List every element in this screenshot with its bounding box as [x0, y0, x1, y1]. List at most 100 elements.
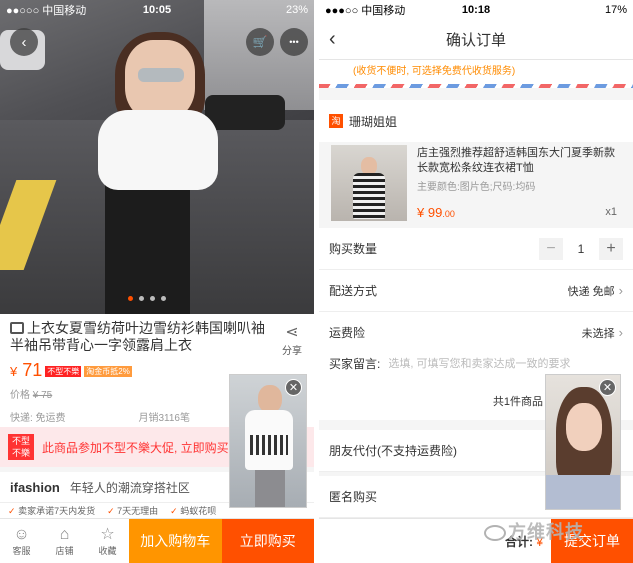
- promise-item: ✓ 7天无理由: [107, 504, 158, 517]
- item-sku: 主要颜色:图片色;尺码:均码: [417, 182, 536, 193]
- item-count: 共1件商品: [492, 396, 543, 408]
- insurance-value: 未选择: [581, 327, 615, 340]
- delivery-label: 配送方式: [329, 284, 378, 298]
- shipping-info: 快递: 免运费 月销3116笔: [10, 409, 190, 424]
- confirm-order-screen: ●●●○○ 中国移动 10:18 17% ‹ 确认订单 (收货不便时, 可选择免…: [319, 0, 633, 563]
- product-action-bar: ☺ 客服 ⌂ 店铺 ☆ 收藏 加入购物车 立即购买: [0, 518, 314, 563]
- promise-text: 卖家承诺7天内发货: [18, 506, 96, 516]
- video-float-window[interactable]: ✕: [545, 374, 621, 510]
- favorite-label: 收藏: [98, 545, 117, 556]
- service-button[interactable]: ☺ 客服: [0, 519, 43, 563]
- close-icon: ✕: [288, 382, 299, 394]
- promise-item: ✓ 蚂蚁花呗: [170, 504, 216, 517]
- price-currency: ¥: [10, 364, 18, 379]
- item-price-value: 99: [427, 205, 443, 220]
- background-car: [205, 95, 285, 130]
- original-price-label: 价格: [10, 390, 30, 401]
- original-price: 价格 ¥ 75: [10, 386, 52, 401]
- monthly-sales: 月销3116笔: [138, 413, 190, 424]
- status-time: 10:18: [461, 4, 491, 16]
- order-submit-bar: 合计: ¥ 提交订单: [319, 518, 633, 563]
- quantity-label: 购买数量: [329, 242, 378, 256]
- promise-text: 7天无理由: [117, 506, 159, 516]
- model-pants: [105, 185, 190, 314]
- video-model-jeans: [255, 470, 285, 507]
- check-icon: ✓: [107, 506, 115, 516]
- quantity-row: 购买数量 − 1 +: [319, 228, 633, 270]
- address-note[interactable]: (收货不便时, 可选择免费代收货服务): [319, 60, 633, 84]
- shop-label: 店铺: [55, 545, 74, 556]
- share-button[interactable]: ⋖ 分享: [282, 322, 302, 357]
- delivery-value: 快递 免邮: [567, 285, 615, 298]
- video-blouse-pattern: [250, 435, 288, 455]
- item-quantity: x1: [605, 206, 617, 218]
- promo-tag: 不型不樂: [45, 365, 82, 377]
- share-icon: ⋖: [285, 324, 299, 341]
- item-price-cents: .00: [442, 209, 455, 219]
- nav-bar: ‹ 确认订单: [319, 20, 633, 60]
- service-icon: ☺: [13, 525, 30, 543]
- close-video-button[interactable]: ✕: [599, 379, 616, 396]
- promise-item: ✓ 卖家承诺7天内发货: [8, 504, 95, 517]
- cart-button[interactable]: 🛒: [246, 28, 274, 56]
- status-bar: ●●●○○ 中国移动 10:18 17%: [319, 0, 633, 20]
- page-title: 确认订单: [445, 32, 506, 49]
- product-price: ¥ 71 不型不樂 淘金币抵2%: [10, 360, 132, 381]
- carousel-dot: [139, 296, 144, 301]
- promise-text: 蚂蚁花呗: [180, 506, 217, 516]
- decrement-button[interactable]: −: [539, 237, 563, 260]
- ifashion-logo: ifashion: [10, 479, 60, 495]
- quantity-stepper[interactable]: − 1 +: [539, 237, 623, 260]
- coin-tag: 淘金币抵2%: [84, 365, 132, 377]
- cart-icon: 🛒: [252, 35, 268, 49]
- product-detail-screen: ●●○○○ 中国移动 10:05 23% ‹ 🛒 ••• 上衣女夏雪纺荷叶边雪纺…: [0, 0, 314, 563]
- video-model-face: [258, 385, 282, 413]
- status-time: 10:05: [142, 4, 172, 16]
- model-blouse: [98, 110, 218, 190]
- check-icon: ✓: [170, 506, 178, 516]
- delivery-row[interactable]: 配送方式 快递 免邮 ›: [319, 270, 633, 312]
- check-icon: ✓: [8, 506, 16, 516]
- item-price-currency: ¥: [417, 205, 425, 220]
- item-name: 店主强烈推荐超舒适韩国东大门夏季新款长款宽松条纹连衣裙T恤: [417, 147, 615, 174]
- item-price: ¥ 99.00: [417, 205, 455, 220]
- back-button[interactable]: ‹: [329, 28, 336, 51]
- shipping-text: 快递: 免运费: [10, 413, 66, 424]
- price-value: 71: [22, 360, 43, 380]
- increment-button[interactable]: +: [599, 237, 623, 260]
- promo-badge: 不型不樂: [8, 434, 34, 460]
- order-item[interactable]: 店主强烈推荐超舒适韩国东大门夏季新款长款宽松条纹连衣裙T恤 主要颜色:图片色;尺…: [329, 142, 623, 224]
- message-input[interactable]: 选填, 可填写您和卖家达成一致的要求: [388, 355, 623, 371]
- carousel-dot: [150, 296, 155, 301]
- add-to-cart-button[interactable]: 加入购物车: [129, 519, 222, 563]
- star-icon: ☆: [100, 525, 115, 543]
- model-sunglasses: [138, 68, 184, 82]
- product-title: 上衣女夏雪纺荷叶边雪纺衫韩国喇叭袖半袖吊带背心一字领露肩上衣: [10, 320, 268, 354]
- more-button[interactable]: •••: [280, 28, 308, 56]
- message-label: 买家留言:: [329, 356, 381, 371]
- video-model-face: [566, 403, 602, 451]
- shop-icon: ⌂: [59, 525, 70, 543]
- address-divider: [319, 84, 633, 88]
- favorite-button[interactable]: ☆ 收藏: [86, 519, 129, 563]
- insurance-label: 运费险: [329, 326, 366, 340]
- more-icon: •••: [289, 37, 299, 47]
- video-float-window[interactable]: ✕: [229, 374, 307, 508]
- quantity-value: 1: [577, 241, 585, 256]
- close-video-button[interactable]: ✕: [285, 379, 302, 396]
- wechat-logo-icon: [484, 525, 506, 541]
- close-icon: ✕: [602, 382, 613, 394]
- status-bar: ●●○○○ 中国移动 10:05 23%: [0, 0, 314, 20]
- carousel-dot: [128, 296, 133, 301]
- original-price-value: ¥ 75: [32, 390, 53, 401]
- shop-button[interactable]: ⌂ 店铺: [43, 519, 86, 563]
- item-detail: 店主强烈推荐超舒适韩国东大门夏季新款长款宽松条纹连衣裙T恤 主要颜色:图片色;尺…: [407, 142, 623, 224]
- ifashion-slogan: 年轻人的潮流穿搭社区: [69, 480, 190, 495]
- shop-header[interactable]: 淘 珊瑚姐姐: [319, 100, 633, 142]
- video-model-shirt: [546, 475, 620, 509]
- back-button[interactable]: ‹: [10, 28, 38, 56]
- item-thumbnail: [331, 145, 407, 221]
- shop-name: 珊瑚姐姐: [349, 114, 398, 129]
- share-label: 分享: [282, 346, 302, 357]
- buy-now-button[interactable]: 立即购买: [221, 519, 314, 563]
